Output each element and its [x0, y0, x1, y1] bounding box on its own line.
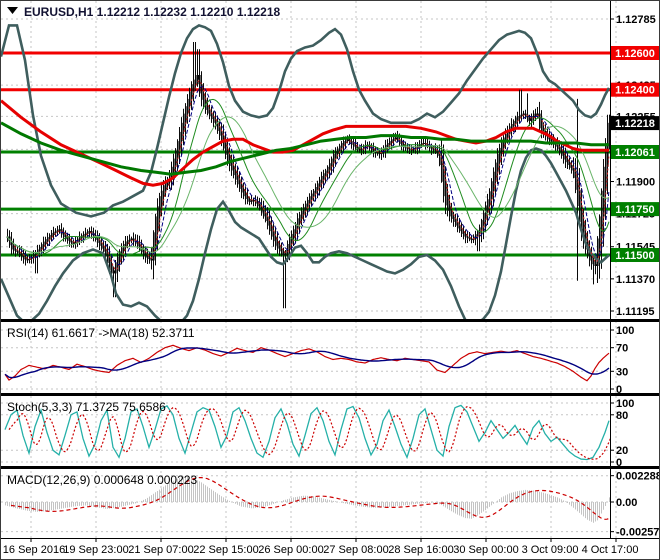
price-scale-label: 1.11370 — [616, 274, 655, 286]
support-resistance-lines — [1, 51, 610, 257]
pane-splitter[interactable] — [1, 466, 660, 469]
indicator-scale-label: 0 — [616, 457, 622, 469]
time-axis-label: 28 Sep 16:00 — [388, 544, 453, 556]
frame — [1, 1, 660, 539]
time-axis-label: 16 Sep 2016 — [3, 544, 65, 556]
indicator-scale-label: 100 — [616, 325, 634, 337]
indicator-scale-label: 20 — [616, 445, 628, 457]
macd-pane-label: MACD(12,26,9) 0.000648 0.000223 — [7, 473, 197, 487]
support-price-badge-text: 1.11750 — [615, 204, 654, 216]
indicator-scale-label: 70 — [616, 343, 628, 355]
time-axis-label: 27 Sep 08:00 — [323, 544, 388, 556]
time-axis-label: 3 Oct 09:00 — [522, 544, 579, 556]
resistance-price-badge-text: 1.12400 — [615, 85, 655, 97]
gridlines — [1, 1, 617, 538]
chart-window: 1.127851.126051.124251.122551.120751.119… — [0, 0, 660, 560]
stoch-pane-label: Stoch(5,3,3) 71.3725 75.6586 — [7, 400, 166, 414]
price-chart[interactable]: 1.127851.126051.124251.122551.120751.119… — [1, 1, 660, 560]
indicator-scale-label: 80 — [616, 410, 628, 422]
resistance-price-badge-text: 1.12600 — [615, 48, 655, 60]
indicator-scale-label: 0.00 — [616, 497, 637, 509]
price-scale: 1.127851.126051.124251.122551.120751.119… — [610, 14, 660, 539]
symbol-dropdown-icon — [7, 7, 18, 14]
time-axis-label: 26 Sep 00:00 — [258, 544, 323, 556]
current-price-badge-text: 1.12218 — [615, 118, 655, 130]
indicator-scale-label: 0.002288 — [616, 471, 660, 483]
indicator-scale-label: 30 — [616, 366, 628, 378]
support-price-badge-text: 1.11500 — [615, 250, 654, 262]
time-axis-label: 4 Oct 17:00 — [582, 544, 639, 556]
time-axis-label: 21 Sep 07:00 — [128, 544, 193, 556]
rsi-pane-label: RSI(14) 61.6617 ->MA(18) 52.3711 — [7, 326, 195, 340]
overlay-indicators — [1, 23, 610, 319]
time-axis-label: 30 Sep 00:00 — [453, 544, 518, 556]
time-axis-label: 19 Sep 23:00 — [63, 544, 128, 556]
price-scale-label: 1.11900 — [616, 177, 655, 189]
price-scale-label: 1.11195 — [616, 306, 655, 318]
support-price-badge-text: 1.12061 — [615, 147, 655, 159]
price-scale-label: 1.12785 — [616, 14, 656, 26]
pane-splitter[interactable] — [1, 319, 660, 322]
time-axis: 16 Sep 201619 Sep 23:00 21 Sep 07:00 22 Se… — [3, 538, 639, 556]
indicator-scale-label: 0 — [616, 384, 622, 396]
pane-splitter[interactable] — [1, 393, 660, 396]
indicator-scale-label: -0.002579 — [616, 527, 660, 539]
chart-title: EURUSD,H1 1.12212 1.12232 1.12210 1.1221… — [24, 5, 281, 19]
indicator-scale-label: 100 — [616, 398, 634, 410]
time-axis-label: 22 Sep 15:00 — [193, 544, 258, 556]
